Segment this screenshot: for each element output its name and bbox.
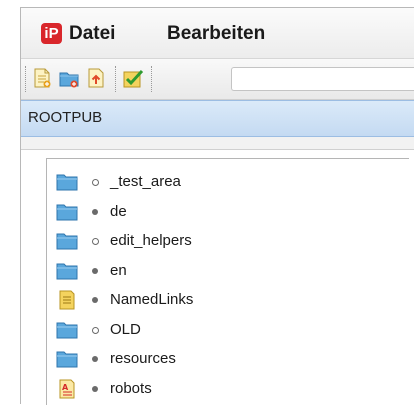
status-dot (92, 267, 98, 274)
toolbar-separator (151, 66, 152, 92)
status-dot (92, 238, 99, 245)
upload-file-icon[interactable] (85, 67, 107, 89)
tree-item[interactable]: resources (47, 345, 409, 373)
tree-item-label: edit_helpers (110, 232, 192, 249)
tree-item[interactable]: _test_area (47, 168, 409, 196)
status-dot (92, 297, 98, 303)
tree-item[interactable]: de (47, 198, 409, 226)
document-icon (56, 290, 78, 310)
status-dot (92, 356, 98, 362)
tree-item[interactable]: OLD (47, 316, 409, 344)
tree-item-label: en (110, 261, 127, 279)
folder-icon (56, 202, 78, 222)
tree-item[interactable]: NamedLinks (47, 286, 409, 314)
folder-icon (56, 320, 78, 340)
tree-item-label: de (110, 202, 127, 220)
tree-item-label: OLD (110, 320, 141, 338)
panel-divider (21, 137, 414, 150)
toolbar-separator (115, 66, 116, 92)
app-logo-icon: iP (41, 23, 62, 44)
status-dot (92, 179, 99, 186)
text-file-icon: A (56, 379, 78, 399)
toolbar-grip (25, 66, 26, 92)
status-dot (92, 208, 98, 215)
menu-bearbeiten[interactable]: Bearbeiten (167, 23, 265, 45)
folder-icon (56, 261, 78, 281)
current-path[interactable]: ROOTPUB (28, 109, 102, 126)
new-folder-icon[interactable] (58, 67, 80, 89)
toolbar (21, 59, 414, 100)
status-dot (92, 385, 98, 392)
folder-icon (56, 349, 78, 369)
svg-text:A: A (62, 383, 69, 392)
tree-item-label: resources (110, 350, 176, 367)
tree-item-label: _test_area (110, 173, 181, 190)
new-document-icon[interactable] (31, 67, 53, 89)
tree-item[interactable]: en (47, 257, 409, 285)
tree-item-label: robots (110, 379, 152, 397)
menu-bar: iP Datei Bearbeiten (21, 8, 414, 59)
path-bar: ROOTPUB (21, 100, 414, 137)
tree-item[interactable]: Arobots (47, 375, 409, 403)
toolbar-search-input[interactable] (231, 67, 414, 91)
menu-datei[interactable]: Datei (69, 23, 115, 45)
file-tree: _test_areade edit_helpersen NamedLinks OLD r… (46, 158, 409, 405)
tree-item[interactable]: edit_helpers (47, 227, 409, 255)
tree-item-label: NamedLinks (110, 291, 194, 308)
folder-icon (56, 231, 78, 251)
folder-icon (56, 172, 78, 192)
approve-checkmark-icon[interactable] (122, 67, 144, 89)
status-dot (92, 326, 99, 334)
app-window: iP Datei Bearbeiten ROOTPUB _test_area d… (20, 7, 414, 405)
